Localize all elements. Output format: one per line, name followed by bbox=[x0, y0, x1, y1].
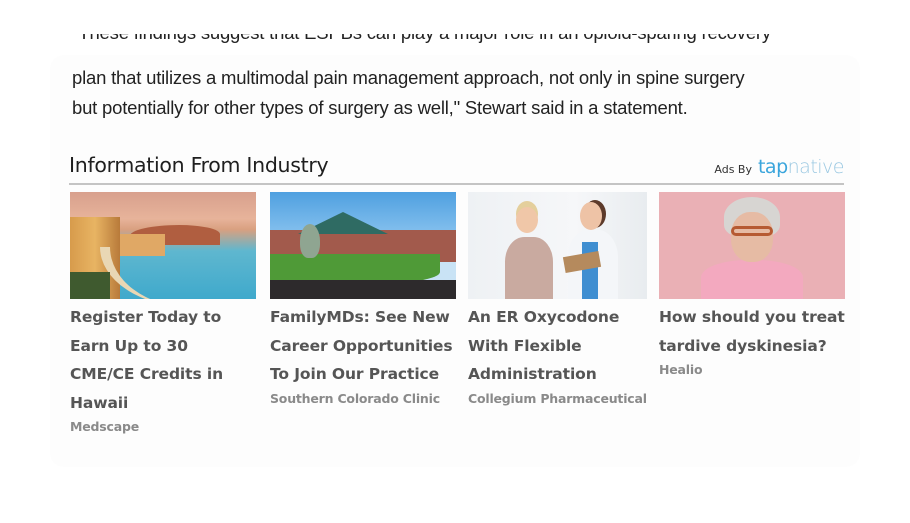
hawaii-beach-image[interactable] bbox=[70, 192, 256, 299]
trees-shape bbox=[70, 272, 110, 299]
article-line-partial: "These findings suggest that ESPBs can p… bbox=[72, 34, 842, 48]
ad-source: Medscape bbox=[70, 419, 139, 434]
patient-shape bbox=[505, 237, 553, 299]
doctor-patient-image[interactable] bbox=[468, 192, 647, 299]
tree-shape bbox=[300, 224, 320, 258]
ads-by[interactable]: Ads By tapnative bbox=[714, 156, 844, 178]
tapnative-logo[interactable]: tapnative bbox=[758, 156, 845, 178]
ad-card[interactable]: An ER Oxycodone With Flexible Administra… bbox=[468, 192, 647, 406]
industry-header: Information From Industry Ads By tapnati… bbox=[69, 152, 845, 185]
ad-title[interactable]: FamilyMDs: See New Career Opportunities … bbox=[270, 303, 456, 389]
clinic-building-image[interactable] bbox=[270, 192, 456, 299]
road-shape bbox=[270, 280, 456, 299]
article-line: but potentially for other types of surge… bbox=[72, 97, 688, 118]
section-title: Information From Industry bbox=[69, 153, 329, 177]
elderly-woman-image[interactable] bbox=[659, 192, 845, 299]
industry-ads-section: Information From Industry Ads By tapnati… bbox=[69, 152, 845, 434]
ad-source: Collegium Pharmaceutical bbox=[468, 390, 647, 406]
ad-title[interactable]: Register Today to Earn Up to 30 CME/CE C… bbox=[70, 303, 256, 417]
article-line: plan that utilizes a multimodal pain man… bbox=[72, 67, 745, 88]
ad-card[interactable]: Register Today to Earn Up to 30 CME/CE C… bbox=[70, 192, 256, 434]
ad-source: Southern Colorado Clinic bbox=[270, 390, 440, 406]
ad-title[interactable]: An ER Oxycodone With Flexible Administra… bbox=[468, 303, 647, 389]
face-shape bbox=[731, 212, 773, 262]
ad-title[interactable]: How should you treat tardive dyskinesia? bbox=[659, 303, 845, 360]
ad-card[interactable]: How should you treat tardive dyskinesia?… bbox=[659, 192, 845, 377]
ad-card[interactable]: FamilyMDs: See New Career Opportunities … bbox=[270, 192, 456, 406]
patient-head-shape bbox=[516, 207, 538, 233]
doctor-head-shape bbox=[580, 202, 602, 230]
sweater-shape bbox=[701, 260, 803, 299]
ads-by-label: Ads By bbox=[714, 163, 752, 176]
glasses-shape bbox=[731, 226, 773, 236]
ad-source: Healio bbox=[659, 362, 703, 377]
